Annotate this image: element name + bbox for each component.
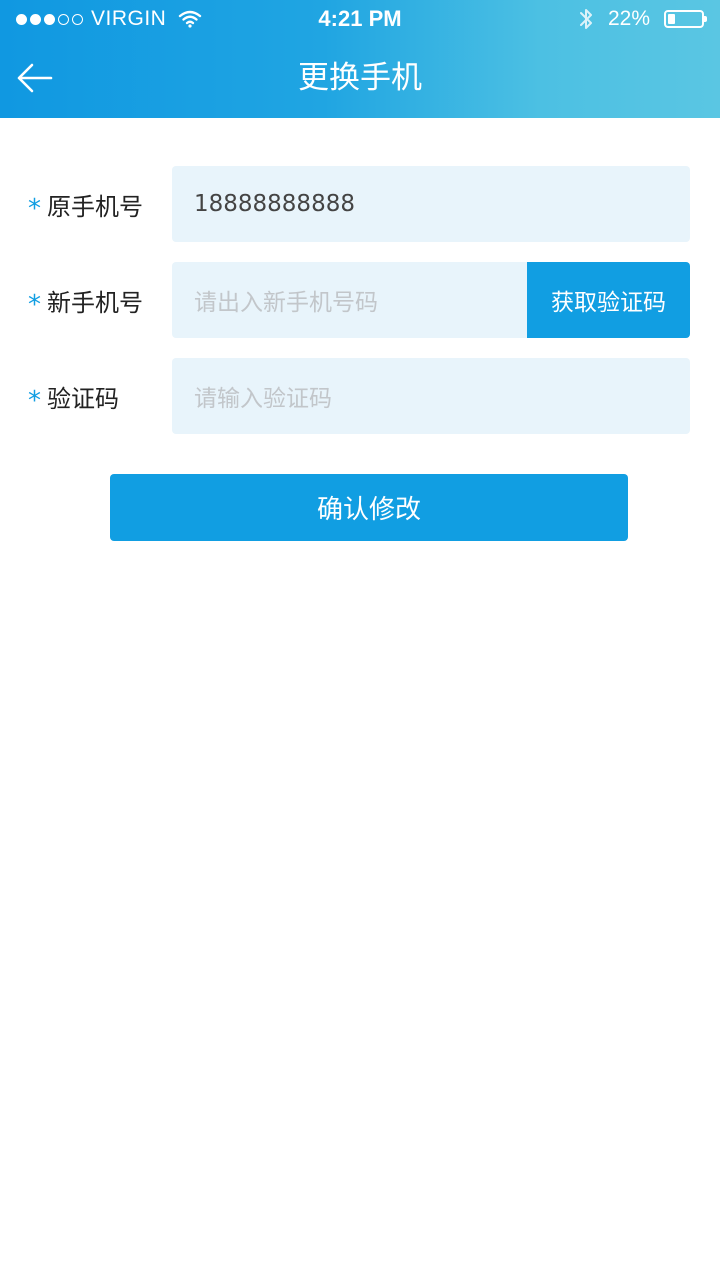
old-phone-label: * 原手机号 — [28, 166, 143, 242]
verify-code-label-text: 验证码 — [47, 384, 119, 413]
new-phone-label-text: 新手机号 — [47, 288, 143, 317]
app-header: VIRGIN 4:21 PM 22% 更换手机 — [0, 0, 720, 118]
new-phone-label: * 新手机号 — [28, 262, 143, 338]
required-mark: * — [28, 290, 41, 320]
verify-code-input[interactable]: 请输入验证码 — [172, 358, 690, 434]
status-right: 22% — [578, 5, 707, 33]
confirm-button[interactable]: 确认修改 — [110, 474, 628, 541]
page-title: 更换手机 — [298, 60, 422, 96]
old-phone-field[interactable]: 18888888888 — [172, 166, 690, 242]
new-phone-row: * 新手机号 请出入新手机号码 获取验证码 — [0, 262, 720, 338]
old-phone-row: * 原手机号 18888888888 — [0, 166, 720, 242]
battery-icon — [664, 10, 707, 28]
verify-code-label: * 验证码 — [28, 358, 119, 434]
new-phone-placeholder: 请出入新手机号码 — [194, 290, 378, 316]
get-code-button[interactable]: 获取验证码 — [527, 262, 690, 338]
required-mark: * — [28, 194, 41, 224]
required-mark: * — [28, 386, 41, 416]
new-phone-input[interactable]: 请出入新手机号码 — [172, 262, 528, 338]
old-phone-value: 18888888888 — [194, 191, 355, 217]
status-bar: VIRGIN 4:21 PM 22% — [0, 0, 720, 38]
verify-code-row: * 验证码 请输入验证码 — [0, 358, 720, 434]
battery-percentage: 22% — [607, 7, 650, 30]
bluetooth-icon — [579, 9, 592, 29]
old-phone-label-text: 原手机号 — [47, 192, 143, 221]
battery-level-fill — [668, 14, 675, 24]
verify-code-placeholder: 请输入验证码 — [194, 386, 332, 412]
